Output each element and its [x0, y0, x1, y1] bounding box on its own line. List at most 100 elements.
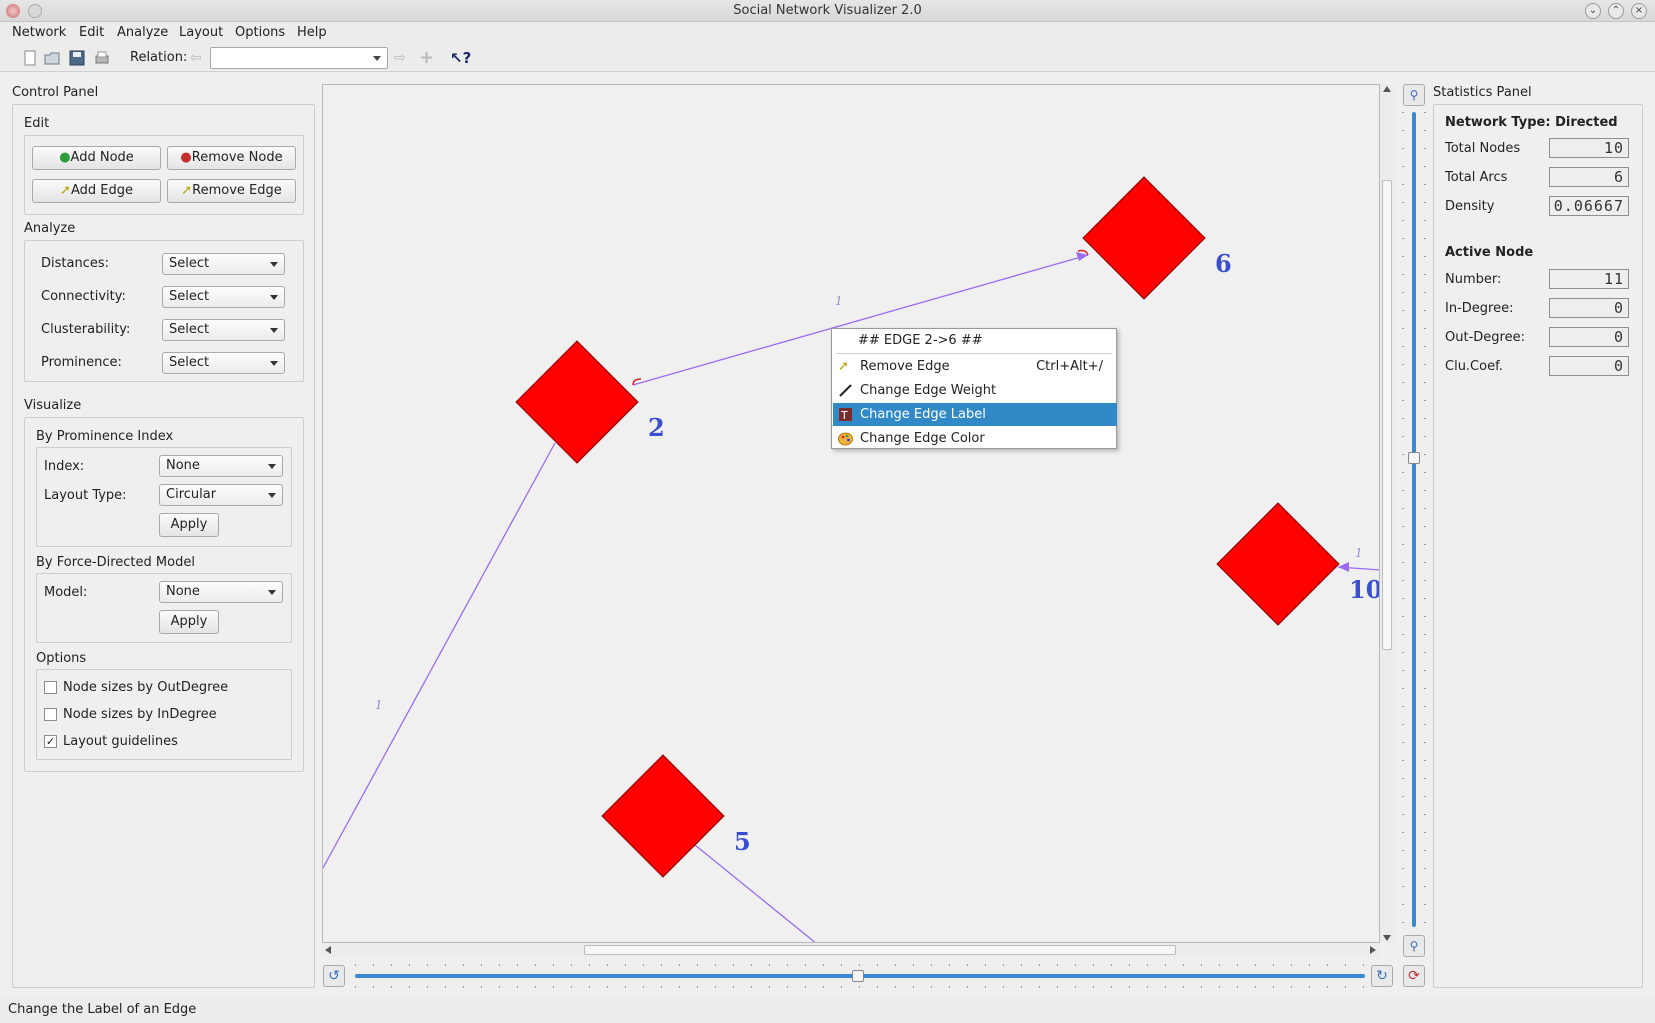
- relation-label: Relation:: [130, 50, 188, 65]
- add-edge-button[interactable]: ➚Add Edge: [32, 179, 161, 203]
- number-label: Number:: [1445, 272, 1502, 287]
- apply-prominence-button[interactable]: Apply: [159, 513, 219, 537]
- clucoef-label: Clu.Coef.: [1445, 359, 1503, 374]
- scroll-up-arrow[interactable]: [1383, 86, 1391, 92]
- status-bar: Change the Label of an Edge: [0, 998, 1655, 1023]
- guidelines-checkbox[interactable]: ✓: [44, 735, 57, 748]
- clusterability-select[interactable]: Select: [162, 319, 285, 341]
- horizontal-scroll-thumb[interactable]: [584, 945, 1176, 955]
- indegree-checkbox-label[interactable]: Node sizes by InDegree: [63, 707, 217, 722]
- edge-5-down[interactable]: [694, 844, 817, 943]
- window-titlebar: Social Network Visualizer 2.0 ⌄ ⌃ ×: [0, 0, 1655, 22]
- indegree-checkbox[interactable]: [44, 708, 57, 721]
- remove-node-button[interactable]: ●Remove Node: [167, 146, 296, 170]
- relation-combo[interactable]: [210, 47, 388, 69]
- remove-edge-icon: ➚: [838, 359, 849, 374]
- edge-2-left[interactable]: [323, 442, 556, 869]
- vertical-scroll-thumb[interactable]: [1382, 180, 1392, 650]
- rotate-slider-ticks-bottom: [355, 986, 1365, 988]
- menu-help[interactable]: Help: [297, 25, 327, 40]
- active-node-title: Active Node: [1445, 245, 1534, 260]
- add-node-button[interactable]: ●Add Node: [32, 146, 161, 170]
- scroll-right-arrow[interactable]: [1370, 946, 1376, 954]
- graph-canvas[interactable]: 1 1 1 2 6 10 5: [322, 84, 1380, 943]
- number-value: 11: [1549, 269, 1629, 289]
- outdegree-label: Out-Degree:: [1445, 330, 1525, 345]
- zoom-slider-track[interactable]: [1412, 112, 1416, 927]
- menu-analyze[interactable]: Analyze: [117, 25, 168, 40]
- menu-item-change-edge-weight[interactable]: Change Edge Weight: [833, 379, 1117, 402]
- menu-edit[interactable]: Edit: [79, 25, 104, 40]
- statistics-panel-title: Statistics Panel: [1433, 85, 1532, 100]
- guidelines-checkbox-label[interactable]: Layout guidelines: [63, 734, 178, 749]
- options-title: Options: [36, 651, 87, 666]
- graph-svg: 1 1 1 2 6 10 5: [323, 176, 1379, 943]
- add-edge-icon: ➚: [60, 183, 71, 198]
- canvas-horizontal-scrollbar[interactable]: [322, 943, 1380, 957]
- menubar: Network Edit Analyze Layout Options Help: [0, 22, 1655, 44]
- print-icon[interactable]: [94, 50, 110, 66]
- context-menu-separator: [836, 353, 1112, 354]
- zoom-slider-ticks: [1402, 112, 1404, 927]
- rotate-slider-handle[interactable]: [852, 970, 864, 982]
- node-2[interactable]: [515, 340, 639, 464]
- connectivity-select[interactable]: Select: [162, 286, 285, 308]
- visualize-section-title: Visualize: [24, 398, 82, 413]
- layout-type-select[interactable]: Circular: [159, 484, 283, 506]
- zoom-slider-handle[interactable]: [1408, 452, 1420, 464]
- open-file-icon[interactable]: [44, 50, 60, 66]
- canvas-vertical-scrollbar[interactable]: [1380, 84, 1394, 943]
- menu-options[interactable]: Options: [235, 25, 285, 40]
- window-title: Social Network Visualizer 2.0: [733, 3, 922, 18]
- prev-relation-icon[interactable]: ⇦: [190, 50, 206, 66]
- prominence-select[interactable]: Select: [162, 352, 285, 374]
- outdegree-checkbox[interactable]: [44, 681, 57, 694]
- rotate-right-button[interactable]: ↻: [1371, 965, 1393, 987]
- apply-force-button[interactable]: Apply: [159, 610, 219, 634]
- new-file-icon[interactable]: [22, 50, 38, 66]
- connectivity-label: Connectivity:: [41, 289, 126, 304]
- edge-into-10-arrowhead: [1338, 562, 1349, 572]
- index-label: Index:: [44, 459, 85, 474]
- outdegree-checkbox-label[interactable]: Node sizes by OutDegree: [63, 680, 228, 695]
- prominence-label: Prominence:: [41, 355, 122, 370]
- model-select[interactable]: None: [159, 581, 283, 603]
- node-label-2: 2: [648, 413, 665, 442]
- scroll-left-arrow[interactable]: [325, 946, 331, 954]
- menu-network[interactable]: Network: [12, 25, 66, 40]
- node-10[interactable]: [1216, 502, 1340, 626]
- node-5[interactable]: [601, 754, 725, 878]
- index-select[interactable]: None: [159, 455, 283, 477]
- clucoef-value: 0: [1549, 356, 1629, 376]
- minimize-button[interactable]: ⌄: [1585, 3, 1601, 19]
- density-value: 0.06667: [1549, 196, 1629, 216]
- layout-type-label: Layout Type:: [44, 488, 127, 503]
- save-icon[interactable]: [69, 50, 85, 66]
- zoom-in-button[interactable]: ⚲: [1403, 84, 1425, 106]
- remove-edge-button[interactable]: ➚Remove Edge: [167, 179, 296, 203]
- scroll-down-arrow[interactable]: [1383, 935, 1391, 941]
- analyze-section-title: Analyze: [24, 221, 76, 236]
- menu-item-remove-edge[interactable]: ➚ Remove Edge Ctrl+Alt+/: [833, 355, 1117, 378]
- menu-layout[interactable]: Layout: [179, 25, 223, 40]
- maximize-button[interactable]: ⌃: [1608, 3, 1624, 19]
- add-relation-icon[interactable]: +: [419, 49, 435, 67]
- rotate-left-button[interactable]: ↺: [323, 965, 345, 987]
- menu-item-change-edge-label[interactable]: T Change Edge Label: [833, 403, 1117, 426]
- reset-view-button[interactable]: ⟳: [1403, 965, 1425, 987]
- status-text: Change the Label of an Edge: [8, 1002, 197, 1017]
- force-directed-title: By Force-Directed Model: [36, 555, 195, 570]
- zoom-out-button[interactable]: ⚲: [1403, 935, 1425, 957]
- close-button[interactable]: ×: [1631, 3, 1647, 19]
- svg-text:T: T: [840, 409, 848, 422]
- next-relation-icon[interactable]: ⇨: [394, 50, 410, 66]
- edge-context-menu: ## EDGE 2->6 ## ➚ Remove Edge Ctrl+Alt+/…: [831, 328, 1117, 449]
- edit-section-title: Edit: [24, 116, 50, 131]
- remove-node-icon: ●: [180, 150, 192, 165]
- control-panel-title: Control Panel: [12, 85, 99, 100]
- whats-this-help-icon[interactable]: ↖?: [450, 50, 471, 66]
- menu-item-change-edge-color[interactable]: Change Edge Color: [833, 427, 1117, 450]
- node-6[interactable]: [1082, 176, 1206, 300]
- total-arcs-label: Total Arcs: [1445, 170, 1508, 185]
- distances-select[interactable]: Select: [162, 253, 285, 275]
